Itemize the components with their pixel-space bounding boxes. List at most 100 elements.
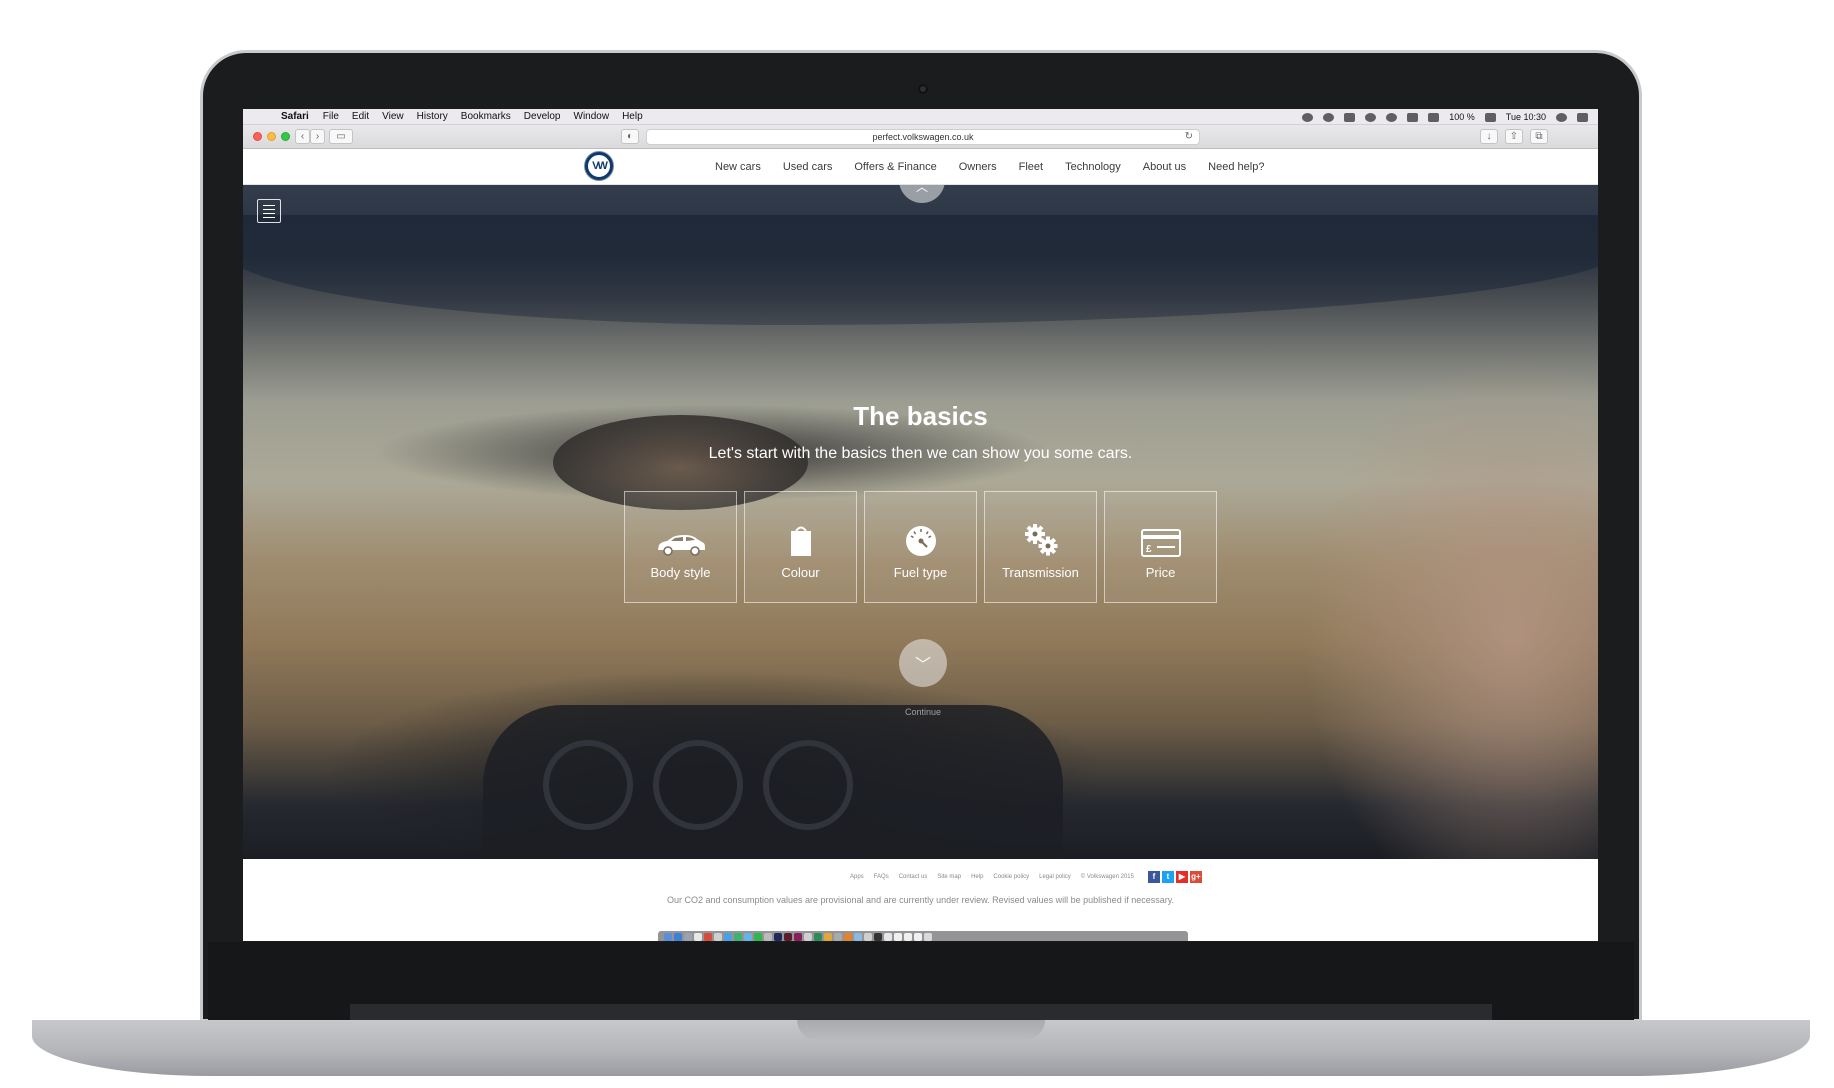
app-icon[interactable] xyxy=(694,933,702,941)
battery-percent[interactable]: 100 % xyxy=(1449,112,1475,122)
spotlight-search-icon[interactable] xyxy=(1556,112,1567,122)
option-colour[interactable]: Colour xyxy=(744,491,857,603)
folder-icon[interactable] xyxy=(904,933,912,941)
app-icon[interactable] xyxy=(814,933,822,941)
time-machine-icon[interactable] xyxy=(1386,112,1398,122)
menu-develop[interactable]: Develop xyxy=(524,111,561,122)
app-icon[interactable] xyxy=(804,933,812,941)
app-icon[interactable] xyxy=(684,933,692,941)
spotify-icon[interactable] xyxy=(754,933,762,941)
vw-logo-text: VW xyxy=(592,160,608,172)
safari-icon[interactable] xyxy=(674,933,682,941)
app-icon[interactable] xyxy=(714,933,722,941)
app-icon[interactable] xyxy=(834,933,842,941)
footer-link-cookie-policy[interactable]: Cookie policy xyxy=(993,874,1029,880)
app-icon[interactable] xyxy=(724,933,732,941)
option-transmission[interactable]: Transmission xyxy=(984,491,1097,603)
webcam xyxy=(918,84,928,94)
privacy-icon[interactable]: ◐ xyxy=(621,129,639,144)
wifi-icon[interactable] xyxy=(1407,112,1419,122)
url-text: perfect.volkswagen.co.uk xyxy=(872,132,974,142)
app-icon[interactable] xyxy=(704,933,712,941)
footer-link-apps[interactable]: Apps xyxy=(850,874,864,880)
chrome-icon[interactable] xyxy=(824,933,832,941)
status-icon[interactable] xyxy=(1302,112,1314,122)
reload-icon[interactable]: ↻ xyxy=(1185,130,1193,144)
nav-used-cars[interactable]: Used cars xyxy=(783,161,833,173)
menu-file[interactable]: File xyxy=(323,111,339,122)
footer-link-legal-policy[interactable]: Legal policy xyxy=(1039,874,1071,880)
app-icon[interactable] xyxy=(864,933,872,941)
option-label: Fuel type xyxy=(893,565,948,580)
nav-need-help[interactable]: Need help? xyxy=(1208,161,1264,173)
nav-new-cars[interactable]: New cars xyxy=(715,161,761,173)
address-bar[interactable]: perfect.volkswagen.co.uk ↻ xyxy=(646,129,1200,145)
nav-technology[interactable]: Technology xyxy=(1065,161,1121,173)
tabs-overview-button[interactable]: ⧉ xyxy=(1530,129,1548,144)
back-button[interactable]: ‹ xyxy=(295,129,310,144)
illustrator-icon[interactable] xyxy=(784,933,792,941)
twitter-icon[interactable]: t xyxy=(1161,871,1174,883)
laptop-mockup: Safari File Edit View History Bookmarks … xyxy=(0,0,1834,1088)
app-icon[interactable] xyxy=(854,933,862,941)
option-price[interactable]: £ Price xyxy=(1104,491,1217,603)
eye-icon[interactable] xyxy=(1365,112,1377,122)
youtube-icon[interactable]: ▶ xyxy=(1175,871,1188,883)
fuel-gauge-icon xyxy=(905,526,936,556)
menu-history[interactable]: History xyxy=(417,111,448,122)
clock[interactable]: Tue 10:30 xyxy=(1506,112,1546,122)
list-icon-line xyxy=(263,204,275,206)
menu-view[interactable]: View xyxy=(382,111,404,122)
terminal-icon[interactable] xyxy=(874,933,882,941)
vw-logo[interactable]: VW xyxy=(585,152,613,180)
continue-label[interactable]: Continue xyxy=(243,707,1598,717)
google-plus-icon[interactable]: g+ xyxy=(1189,871,1202,883)
nav-about-us[interactable]: About us xyxy=(1143,161,1186,173)
app-icon[interactable] xyxy=(744,933,752,941)
app-icon[interactable] xyxy=(734,933,742,941)
folder-icon[interactable] xyxy=(914,933,922,941)
finder-icon[interactable] xyxy=(664,933,672,941)
menu-help[interactable]: Help xyxy=(622,111,643,122)
nav-owners[interactable]: Owners xyxy=(959,161,997,173)
forward-button[interactable]: › xyxy=(310,129,325,144)
option-label: Body style xyxy=(650,565,711,580)
app-icon[interactable] xyxy=(884,933,892,941)
menu-app-name[interactable]: Safari xyxy=(281,111,309,122)
footer-link-sitemap[interactable]: Site map xyxy=(937,874,961,880)
minimize-window-button[interactable] xyxy=(267,132,276,141)
nav-fleet[interactable]: Fleet xyxy=(1019,161,1043,173)
menu-extras: 100 % Tue 10:30 xyxy=(1302,109,1588,125)
credit-card-icon: £ xyxy=(1140,529,1181,557)
scroll-up-button[interactable]: ︿ xyxy=(899,185,945,203)
trash-icon[interactable] xyxy=(924,933,932,941)
list-icon-line xyxy=(263,216,275,218)
list-menu-button[interactable] xyxy=(257,199,281,223)
notification-center-icon[interactable] xyxy=(1577,112,1588,122)
menu-edit[interactable]: Edit xyxy=(352,111,369,122)
footer-link-faqs[interactable]: FAQs xyxy=(874,874,889,880)
menu-bookmarks[interactable]: Bookmarks xyxy=(461,111,511,122)
sidebar-toggle-button[interactable]: ▭ xyxy=(329,129,353,144)
option-fuel-type[interactable]: Fuel type xyxy=(864,491,977,603)
app-icon[interactable] xyxy=(764,933,772,941)
app-icon[interactable] xyxy=(844,933,852,941)
footer-link-contact[interactable]: Contact us xyxy=(899,874,928,880)
share-button[interactable]: ⇧ xyxy=(1505,129,1523,144)
option-body-style[interactable]: Body style xyxy=(624,491,737,603)
photoshop-icon[interactable] xyxy=(774,933,782,941)
downloads-button[interactable]: ↓ xyxy=(1480,129,1498,144)
facebook-icon[interactable]: f xyxy=(1147,871,1160,883)
display-icon[interactable] xyxy=(1428,112,1440,122)
nav-offers-finance[interactable]: Offers & Finance xyxy=(854,161,936,173)
indesign-icon[interactable] xyxy=(794,933,802,941)
app-icon[interactable] xyxy=(894,933,902,941)
battery-icon[interactable] xyxy=(1484,112,1496,122)
footer-link-help[interactable]: Help xyxy=(971,874,983,880)
creative-cloud-icon[interactable] xyxy=(1323,112,1335,122)
fullscreen-window-button[interactable] xyxy=(281,132,290,141)
menu-window[interactable]: Window xyxy=(574,111,610,122)
close-window-button[interactable] xyxy=(253,132,262,141)
app-status-icon[interactable] xyxy=(1344,112,1356,122)
continue-button[interactable]: ﹀ xyxy=(899,639,947,687)
